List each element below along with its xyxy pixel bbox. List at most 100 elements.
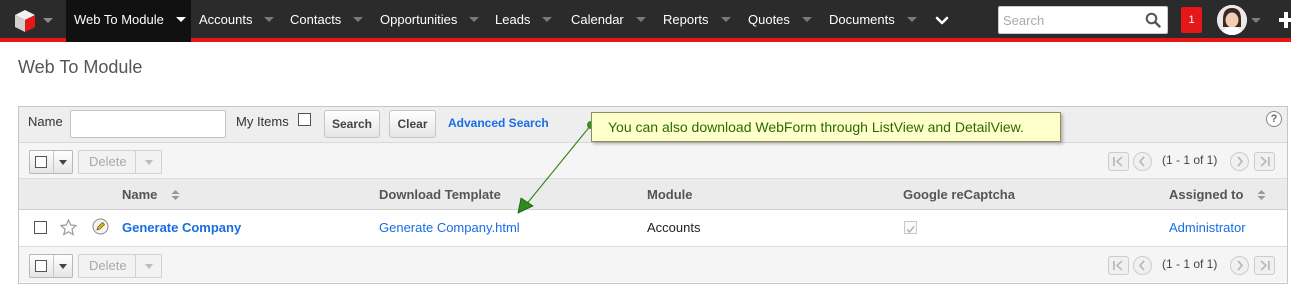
nav-item-label: Contacts [290,12,342,27]
module-value: Accounts [647,220,701,235]
assigned-user-link[interactable]: Administrator [1169,220,1246,235]
my-items-checkbox[interactable] [298,113,311,126]
nav-item-reports[interactable]: Reports [663,0,731,42]
chevron-down-icon[interactable] [145,264,153,269]
chevron-down-icon[interactable] [542,17,553,23]
column-header-google-recaptcha: Google reCaptcha [903,187,1015,202]
nav-item-label: Accounts [199,12,253,27]
chevron-down-icon[interactable] [59,160,67,165]
nav-item-label: Leads [495,12,531,27]
chevron-down-icon[interactable] [59,264,67,269]
my-items-label: My Items [236,114,289,129]
previous-page-icon [1138,260,1145,271]
column-header-name[interactable]: Name [122,187,180,202]
google-recaptcha-checkbox [904,221,917,234]
delete-label: Delete [89,258,127,273]
first-page-button[interactable] [1108,152,1129,171]
favorite-star-icon[interactable] [60,219,77,236]
delete-action-button[interactable]: Delete [78,254,162,278]
divider [135,255,136,277]
column-header-download-template: Download Template [379,187,501,202]
select-all-dropdown[interactable] [29,150,73,174]
logo-menu-chevron-icon[interactable] [43,18,53,23]
help-icon[interactable]: ? [1266,111,1282,127]
quick-create-plus-icon[interactable] [1279,10,1291,30]
first-page-button[interactable] [1108,256,1129,275]
nav-item-contacts[interactable]: Contacts [290,0,364,42]
last-page-button[interactable] [1254,256,1275,275]
user-avatar-icon [1217,5,1247,35]
nav-item-documents[interactable]: Documents [829,0,917,42]
name-filter-label: Name [28,114,63,129]
sort-icon[interactable] [171,189,180,200]
delete-action-button[interactable]: Delete [78,150,162,174]
next-page-button[interactable] [1230,256,1249,275]
table-header: Name Download Template Module Google reC… [19,179,1287,210]
pagination-count: (1 - 1 of 1) [1162,153,1218,167]
previous-page-button[interactable] [1133,256,1152,275]
column-header-module: Module [647,187,693,202]
select-all-checkbox[interactable] [35,260,47,272]
column-header-assigned-to[interactable]: Assigned to [1169,187,1266,202]
nav-item-calendar[interactable]: Calendar [571,0,646,42]
top-action-bar: Delete (1 - 1 of 1) [19,143,1287,179]
nav-item-web-to-module[interactable]: Web To Module [66,0,191,42]
nav-item-quotes[interactable]: Quotes [748,0,812,42]
user-menu-chevron-icon[interactable] [1251,18,1261,23]
notification-badge[interactable]: 1 [1181,7,1202,33]
nav-item-label: Documents [829,12,895,27]
previous-page-button[interactable] [1133,152,1152,171]
chevron-down-icon[interactable] [145,160,153,165]
nav-item-accounts[interactable]: Accounts [199,0,275,42]
chevron-down-icon[interactable] [801,17,812,23]
row-select-checkbox[interactable] [34,221,47,234]
chevron-down-icon[interactable] [635,17,646,23]
global-search-input[interactable] [1003,10,1143,30]
first-page-icon [1113,260,1123,271]
user-avatar[interactable] [1217,5,1247,35]
chevron-down-icon[interactable] [469,17,480,23]
top-navbar: Web To Module Accounts Contacts Opportun… [0,0,1291,42]
nav-item-leads[interactable]: Leads [495,0,553,42]
bottom-action-bar: Delete (1 - 1 of 1) [19,246,1287,282]
page-title: Web To Module [18,57,143,77]
more-modules-chevron-icon[interactable] [934,13,950,29]
select-all-checkbox[interactable] [35,156,47,168]
table-row: Generate Company Generate Company.html A… [19,210,1287,246]
column-header-label: Name [122,187,158,202]
divider [135,151,136,173]
first-page-icon [1113,156,1123,167]
chevron-down-icon[interactable] [720,17,731,23]
clear-button[interactable]: Clear [389,110,436,138]
suitecrm-logo-icon[interactable] [13,9,37,33]
divider [53,151,54,173]
divider [53,255,54,277]
last-page-icon [1260,156,1270,167]
next-page-icon [1237,156,1244,167]
search-icon[interactable] [1145,12,1161,28]
last-page-button[interactable] [1254,152,1275,171]
global-search-box[interactable] [998,6,1168,34]
chevron-down-icon[interactable] [264,17,275,23]
download-template-link[interactable]: Generate Company.html [379,220,520,235]
edit-pencil-icon[interactable] [92,218,109,235]
chevron-down-icon[interactable] [353,17,364,23]
sort-icon[interactable] [1257,189,1266,200]
select-all-dropdown[interactable] [29,254,73,278]
annotation-callout: You can also download WebForm through Li… [591,112,1061,142]
nav-item-label: Calendar [571,12,624,27]
next-page-button[interactable] [1230,152,1249,171]
nav-item-label: Opportunities [380,12,458,27]
pagination-count: (1 - 1 of 1) [1162,257,1218,271]
previous-page-icon [1138,156,1145,167]
record-name-link[interactable]: Generate Company [122,220,241,235]
checkmark-icon [906,226,915,234]
column-header-label: Assigned to [1169,187,1244,202]
chevron-down-icon[interactable] [906,17,917,23]
chevron-down-icon[interactable] [175,17,186,23]
advanced-search-link[interactable]: Advanced Search [448,116,549,130]
nav-item-opportunities[interactable]: Opportunities [380,0,480,42]
name-filter-input[interactable] [70,110,226,138]
next-page-icon [1237,260,1244,271]
search-button[interactable]: Search [324,110,380,138]
